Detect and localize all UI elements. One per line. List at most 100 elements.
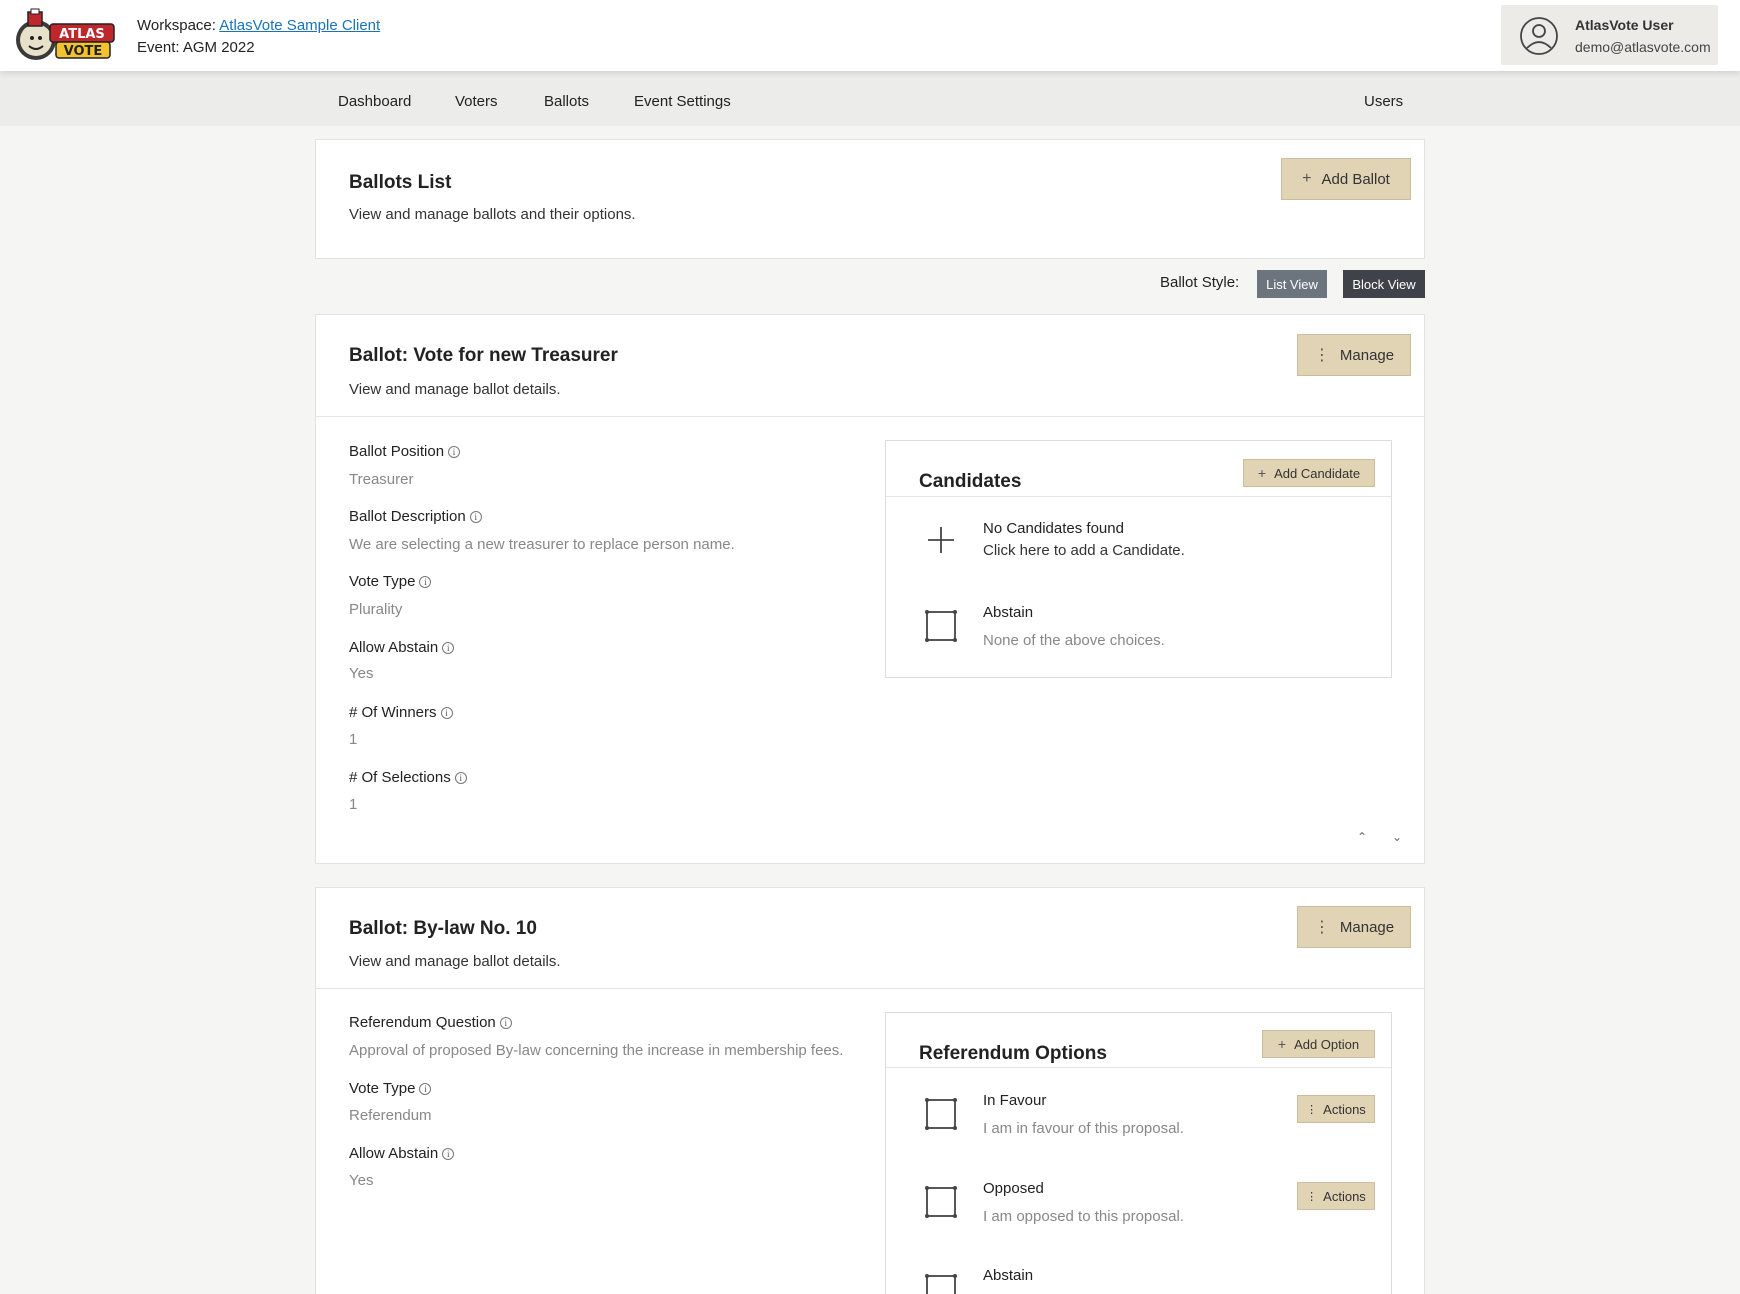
option-title: In Favour — [983, 1092, 1047, 1109]
abstain-sub: None of the above choices. — [983, 632, 1165, 649]
top-header: ATLAS VOTE Workspace: AtlasVote Sample C… — [0, 0, 1740, 71]
checkbox-icon[interactable] — [924, 1273, 958, 1294]
ballots-list-card: Ballots List View and manage ballots and… — [315, 139, 1425, 259]
card-divider — [316, 988, 1424, 989]
selections-label: # Of Selections i — [349, 769, 467, 786]
kebab-menu-icon: ⋮ — [1313, 347, 1330, 364]
checkbox-icon[interactable] — [924, 1097, 958, 1131]
manage-button[interactable]: ⋮ Manage — [1297, 906, 1411, 948]
candidates-title: Candidates — [919, 471, 1022, 492]
option-sub: I am in favour of this proposal. — [983, 1120, 1184, 1137]
nav-users[interactable]: Users — [1364, 93, 1403, 110]
nav-event-settings[interactable]: Event Settings — [634, 93, 731, 110]
add-candidate-button[interactable]: + Add Candidate — [1243, 459, 1375, 487]
ballot-subtitle: View and manage ballot details. — [349, 381, 561, 398]
info-icon[interactable]: i — [469, 511, 482, 523]
atlasvote-logo[interactable]: ATLAS VOTE — [14, 8, 118, 64]
info-icon[interactable]: i — [454, 772, 467, 784]
vote-type-value: Plurality — [349, 601, 403, 618]
candidates-panel: Candidates + Add Candidate No Candidates… — [885, 440, 1392, 678]
add-option-label: Add Option — [1294, 1036, 1360, 1052]
manage-button[interactable]: ⋮ Manage — [1297, 334, 1411, 376]
ballot-position-label: Ballot Position i — [349, 443, 461, 460]
manage-label: Manage — [1339, 918, 1395, 936]
kebab-menu-icon: ⋮ — [1313, 919, 1330, 936]
referendum-options-title: Referendum Options — [919, 1043, 1107, 1064]
option-sub: I am opposed to this proposal. — [983, 1208, 1184, 1225]
actions-label: Actions — [1323, 1188, 1366, 1204]
allow-abstain-label: Allow Abstain i — [349, 1145, 455, 1162]
plus-icon[interactable] — [924, 523, 958, 557]
svg-text:ATLAS: ATLAS — [59, 27, 105, 42]
workspace-label: Workspace: — [137, 17, 216, 34]
ballot-position-value: Treasurer — [349, 471, 414, 488]
allow-abstain-value: Yes — [349, 665, 374, 682]
no-candidates-sub[interactable]: Click here to add a Candidate. — [983, 542, 1185, 559]
add-ballot-button[interactable]: + Add Ballot — [1281, 158, 1411, 200]
info-icon[interactable]: i — [419, 576, 432, 588]
ballot-description-label: Ballot Description i — [349, 508, 482, 525]
info-icon[interactable]: i — [448, 446, 461, 458]
no-candidates-title[interactable]: No Candidates found — [983, 520, 1124, 537]
nav-voters[interactable]: Voters — [455, 93, 498, 110]
nav-ballots[interactable]: Ballots — [544, 93, 589, 110]
referendum-question-label: Referendum Question i — [349, 1014, 512, 1031]
checkbox-icon[interactable] — [924, 1185, 958, 1219]
info-icon[interactable]: i — [499, 1017, 512, 1029]
plus-icon: + — [1257, 465, 1267, 481]
option-title: Opposed — [983, 1180, 1044, 1197]
chevron-down-icon[interactable]: ⌄ — [1392, 830, 1402, 844]
allow-abstain-label: Allow Abstain i — [349, 639, 455, 656]
list-view-button[interactable]: List View — [1257, 270, 1327, 298]
plus-icon: + — [1302, 170, 1312, 187]
user-avatar-icon — [1520, 17, 1558, 55]
svg-text:VOTE: VOTE — [64, 44, 103, 59]
chevron-up-icon[interactable]: ⌃ — [1357, 830, 1367, 844]
referendum-question-value: Approval of proposed By-law concerning t… — [349, 1042, 844, 1059]
selections-value: 1 — [349, 796, 358, 813]
workspace-info: Workspace: AtlasVote Sample Client Event… — [137, 15, 380, 59]
workspace-link[interactable]: AtlasVote Sample Client — [219, 17, 380, 34]
option-actions-button[interactable]: ⋮ Actions — [1297, 1182, 1375, 1210]
referendum-options-panel: Referendum Options + Add Option In Favou… — [885, 1012, 1392, 1294]
option-title: Abstain — [983, 1267, 1034, 1284]
vote-type-label: Vote Type i — [349, 573, 432, 590]
winners-label: # Of Winners i — [349, 704, 453, 721]
info-icon[interactable]: i — [442, 642, 455, 654]
abstain-title: Abstain — [983, 604, 1034, 621]
nav-dashboard[interactable]: Dashboard — [338, 93, 411, 110]
panel-divider — [886, 1067, 1391, 1068]
block-view-button[interactable]: Block View — [1343, 270, 1425, 298]
ballot-description-value: We are selecting a new treasurer to repl… — [349, 536, 735, 553]
main-nav: Dashboard Voters Ballots Event Settings … — [0, 71, 1740, 126]
ballot-card-treasurer: Ballot: Vote for new Treasurer View and … — [315, 314, 1425, 864]
manage-label: Manage — [1339, 346, 1395, 364]
ballot-subtitle: View and manage ballot details. — [349, 953, 561, 970]
ballots-list-title: Ballots List — [349, 172, 452, 193]
add-option-button[interactable]: + Add Option — [1262, 1030, 1375, 1058]
info-icon[interactable]: i — [440, 707, 453, 719]
checkbox-icon[interactable] — [924, 609, 958, 643]
info-icon[interactable]: i — [419, 1083, 432, 1095]
ballot-style-label: Ballot Style: — [1160, 274, 1240, 291]
vote-type-value: Referendum — [349, 1107, 432, 1124]
add-ballot-label: Add Ballot — [1321, 170, 1390, 188]
allow-abstain-value: Yes — [349, 1172, 374, 1189]
option-actions-button[interactable]: ⋮ Actions — [1297, 1095, 1375, 1123]
add-candidate-label: Add Candidate — [1274, 465, 1361, 481]
ballot-card-bylaw: Ballot: By-law No. 10 View and manage ba… — [315, 887, 1425, 1294]
user-email: demo@atlasvote.com — [1575, 39, 1711, 55]
event-name: Event: AGM 2022 — [137, 39, 255, 56]
panel-divider — [886, 496, 1391, 497]
ballot-title: Ballot: By-law No. 10 — [349, 918, 537, 939]
winners-value: 1 — [349, 731, 358, 748]
ballots-list-subtitle: View and manage ballots and their option… — [349, 206, 636, 223]
user-menu[interactable]: AtlasVote User demo@atlasvote.com — [1501, 5, 1718, 65]
info-icon[interactable]: i — [442, 1148, 455, 1160]
ballot-title: Ballot: Vote for new Treasurer — [349, 345, 618, 366]
card-divider — [316, 416, 1424, 417]
kebab-menu-icon: ⋮ — [1306, 1103, 1318, 1116]
vote-type-label: Vote Type i — [349, 1080, 432, 1097]
user-name: AtlasVote User — [1575, 17, 1674, 33]
actions-label: Actions — [1323, 1101, 1366, 1117]
